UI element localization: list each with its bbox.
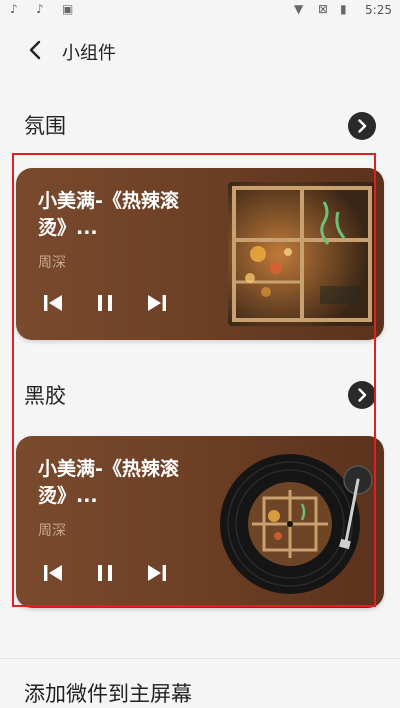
chevron-right-icon [358,119,367,133]
music-note-icon: ♪ [10,2,18,16]
wifi-icon: ▼ [294,2,304,16]
status-time: 5:25 [365,3,392,17]
divider [0,658,400,659]
add-widget-to-home-button[interactable]: 添加微件到主屏幕 [24,678,192,708]
battery-icon: ▮ [340,2,347,16]
music-note-icon: ♪ [36,2,44,16]
section-title-ambience: 氛围 [24,114,66,138]
status-bar: ♪ ♪ ▣ ▼ ⊠ ▮ 5:25 [0,0,400,22]
back-arrow-icon[interactable] [22,36,50,64]
header: 小组件 [0,26,400,76]
image-icon: ▣ [62,2,74,16]
ambience-more-button[interactable] [348,112,376,140]
no-signal-icon: ⊠ [318,2,329,16]
highlight-frame [12,153,376,607]
page-title: 小组件 [62,43,116,64]
